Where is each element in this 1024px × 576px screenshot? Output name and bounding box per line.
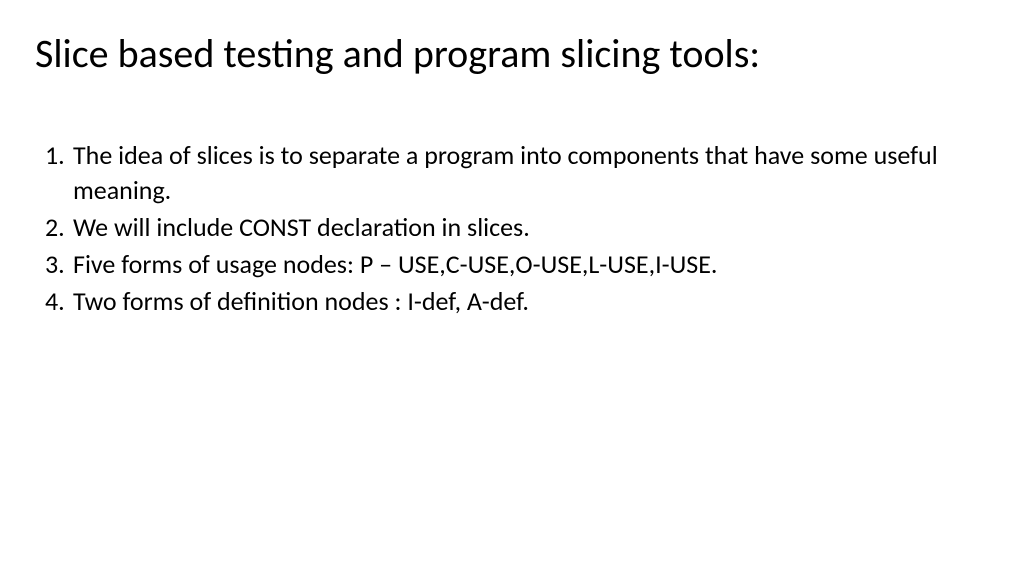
list-number: 1. [45, 138, 73, 208]
list-text: Two forms of definition nodes : I-def, A… [73, 284, 989, 319]
list-item: 1. The idea of slices is to separate a p… [45, 138, 989, 208]
list-item: 3. Five forms of usage nodes: P – USE,C-… [45, 247, 989, 282]
list-number: 2. [45, 210, 73, 245]
list-text: Five forms of usage nodes: P – USE,C-USE… [73, 247, 989, 282]
list-number: 3. [45, 247, 73, 282]
list-item: 2. We will include CONST declaration in … [45, 210, 989, 245]
list-item: 4. Two forms of definition nodes : I-def… [45, 284, 989, 319]
slide-title: Slice based testing and program slicing … [35, 30, 989, 78]
list-text: We will include CONST declaration in sli… [73, 210, 989, 245]
list-text: The idea of slices is to separate a prog… [73, 138, 989, 208]
content-list: 1. The idea of slices is to separate a p… [35, 138, 989, 319]
list-number: 4. [45, 284, 73, 319]
